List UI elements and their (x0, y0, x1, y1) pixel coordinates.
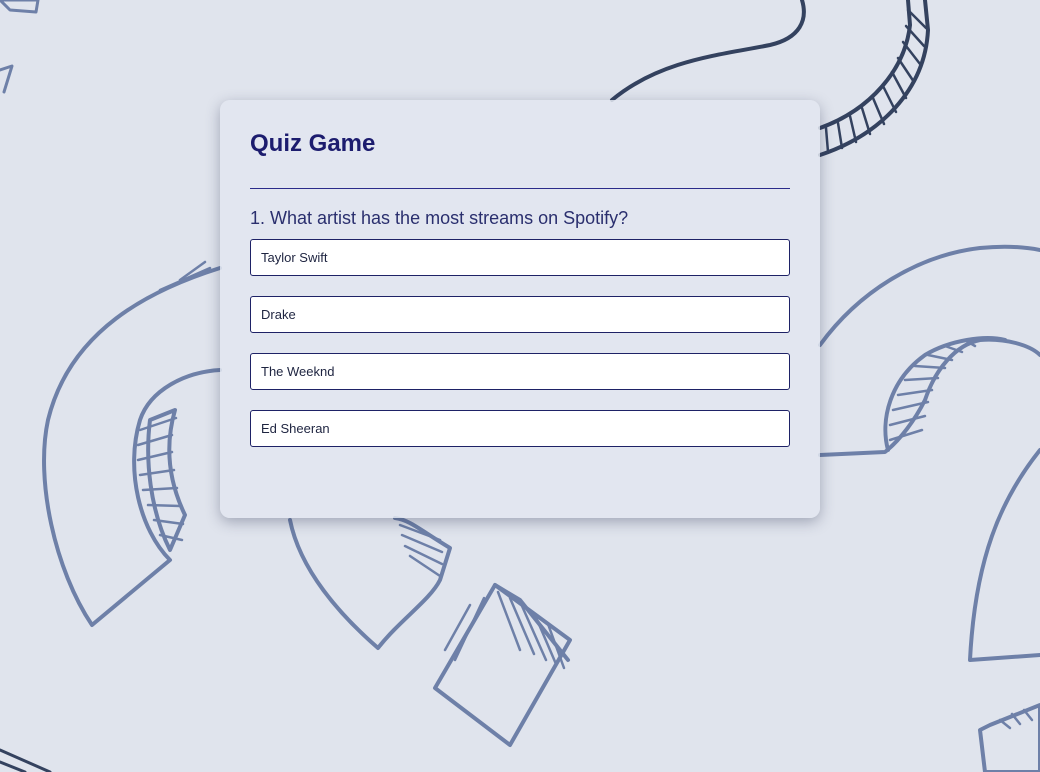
question-text: 1. What artist has the most streams on S… (250, 208, 629, 228)
answer-options: Taylor Swift Drake The Weeknd Ed Sheeran (250, 239, 790, 447)
title-divider (250, 188, 790, 189)
answer-option-the-weeknd[interactable]: The Weeknd (250, 353, 790, 390)
answer-option-taylor-swift[interactable]: Taylor Swift (250, 239, 790, 276)
quiz-title: Quiz Game (250, 130, 376, 157)
quiz-card: Quiz Game 1. What artist has the most st… (220, 100, 820, 518)
answer-option-drake[interactable]: Drake (250, 296, 790, 333)
answer-option-ed-sheeran[interactable]: Ed Sheeran (250, 410, 790, 447)
